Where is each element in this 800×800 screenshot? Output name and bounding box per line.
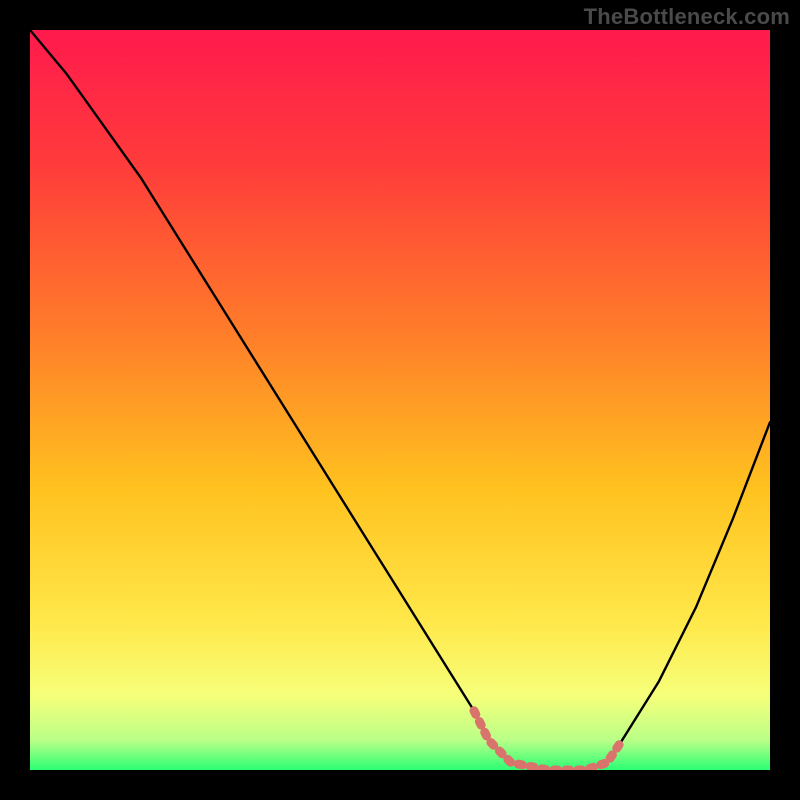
chart-frame: TheBottleneck.com <box>0 0 800 800</box>
gradient-background <box>30 30 770 770</box>
chart-svg <box>30 30 770 770</box>
plot-area <box>30 30 770 770</box>
watermark-text: TheBottleneck.com <box>584 4 790 30</box>
